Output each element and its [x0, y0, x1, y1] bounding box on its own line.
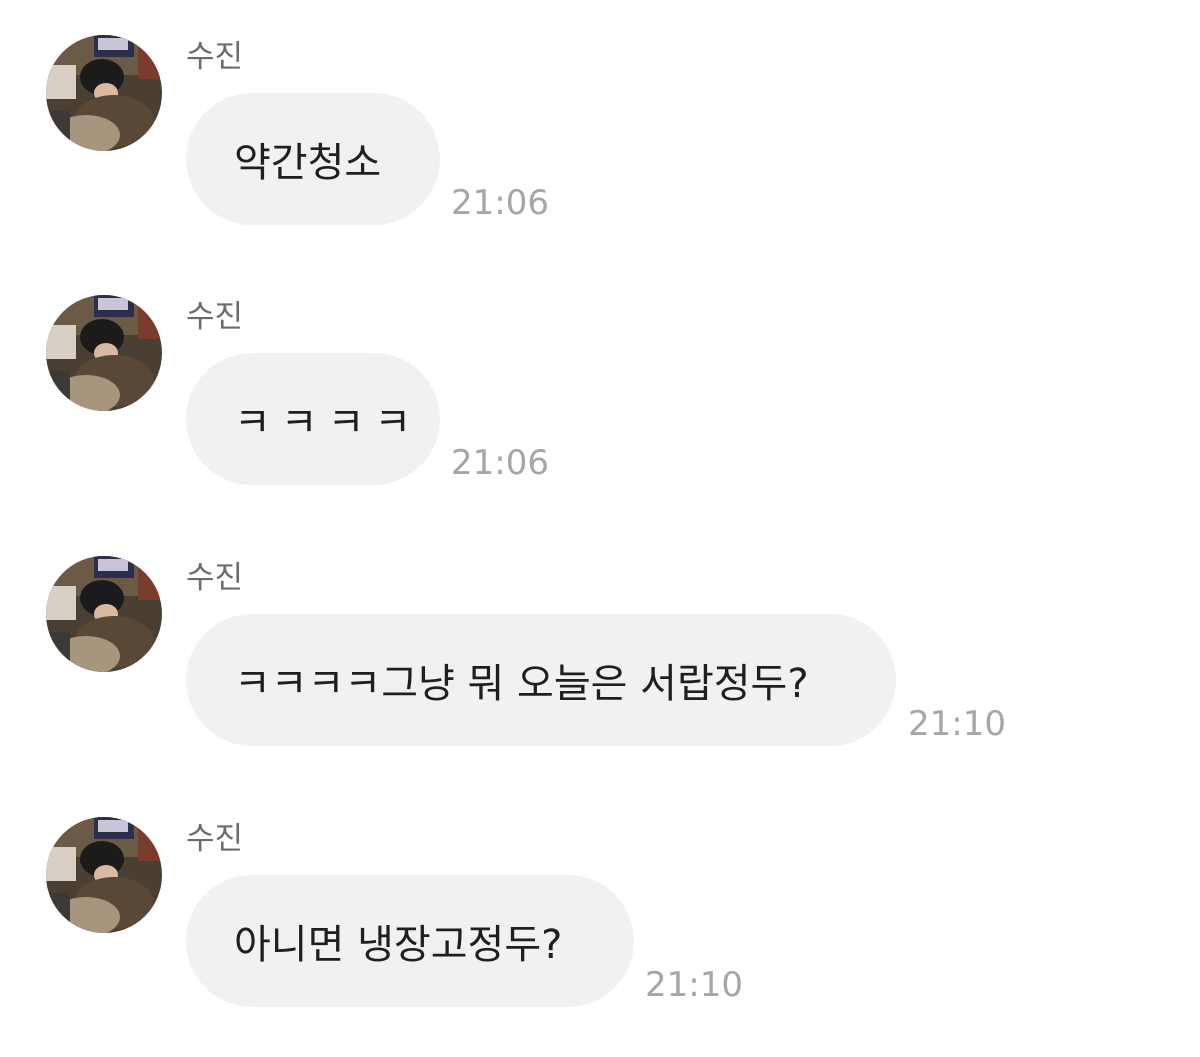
message-row: 수진 ㅋㅋㅋㅋ그냥 뭐 오늘은 서랍정두? 21:10 — [0, 556, 1200, 796]
sender-name: 수진 — [186, 299, 244, 335]
message-time: 21:10 — [645, 965, 743, 1005]
sender-name: 수진 — [186, 821, 244, 857]
message-bubble[interactable]: 약간청소 — [186, 93, 440, 225]
message-time: 21:06 — [451, 443, 549, 483]
profile-photo-icon — [46, 295, 162, 411]
profile-photo-icon — [46, 35, 162, 151]
message-row: 수진 약간청소 21:06 — [0, 35, 1200, 275]
avatar[interactable] — [46, 556, 162, 672]
message-bubble[interactable]: ㅋㅋㅋㅋ — [186, 353, 440, 485]
avatar[interactable] — [46, 295, 162, 411]
profile-photo-icon — [46, 556, 162, 672]
message-time: 21:10 — [908, 704, 1006, 744]
message-time: 21:06 — [451, 183, 549, 223]
message-row: 수진 ㅋㅋㅋㅋ 21:06 — [0, 295, 1200, 535]
sender-name: 수진 — [186, 39, 244, 75]
sender-name: 수진 — [186, 560, 244, 596]
profile-photo-icon — [46, 817, 162, 933]
avatar[interactable] — [46, 817, 162, 933]
message-bubble[interactable]: 아니면 냉장고정두? — [186, 875, 634, 1007]
message-bubble[interactable]: ㅋㅋㅋㅋ그냥 뭐 오늘은 서랍정두? — [186, 614, 896, 746]
avatar[interactable] — [46, 35, 162, 151]
message-row: 수진 아니면 냉장고정두? 21:10 — [0, 817, 1200, 1057]
